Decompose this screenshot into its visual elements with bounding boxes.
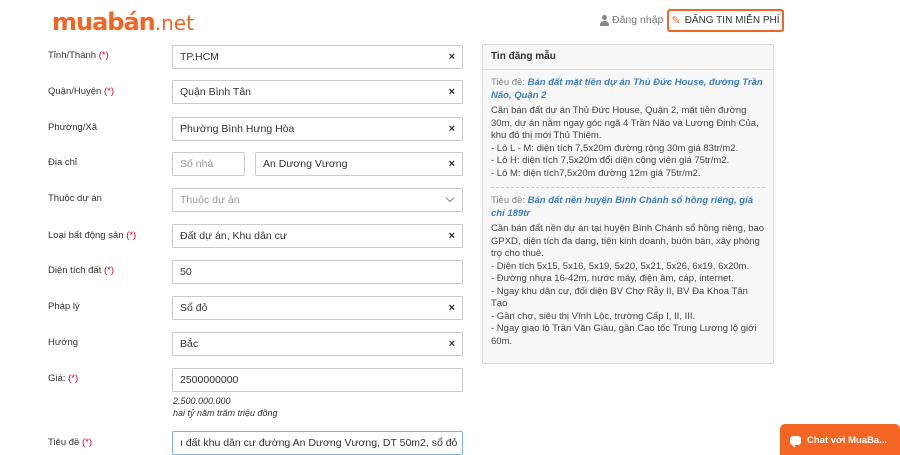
sample-line: - Ngay khu dân cư, đối diện BV Chợ Rẫy I…: [491, 285, 748, 310]
title-row: Tiêu đề (*) ı đất khu dân cư đường An Dư…: [0, 431, 470, 455]
logo-main: muabán: [52, 8, 156, 36]
divider: [491, 187, 765, 188]
area-value: 50: [180, 266, 192, 278]
clear-icon[interactable]: ×: [449, 338, 455, 350]
province-row: Tỉnh/Thành (*) TP.HCM ×: [0, 45, 470, 73]
price-formatted: 2.500.000.000: [173, 396, 231, 406]
district-value: Quận Bình Tân: [180, 86, 252, 98]
address-row: Địa chỉ Số nhà An Dương Vương ×: [0, 152, 470, 180]
house-number-input[interactable]: Số nhà: [172, 152, 245, 176]
province-value: TP.HCM: [180, 51, 219, 63]
address-label: Địa chỉ: [48, 157, 78, 168]
clear-icon[interactable]: ×: [449, 302, 455, 314]
property-type-row: Loại bất động sản (*) Đất dự án, Khu dân…: [0, 224, 470, 252]
direction-label: Hướng: [48, 337, 79, 348]
project-label: Thuộc dự án: [48, 193, 102, 204]
district-label: Quận/Huyện (*): [48, 86, 115, 97]
project-row: Thuộc dự án Thuộc dự án: [0, 188, 470, 216]
sample-listing-panel: Tin đăng mẫu Tiêu đề: Bán đất mặt tiền d…: [482, 44, 774, 364]
direction-select[interactable]: Bắc ×: [172, 332, 463, 356]
sample-title: Tiêu đề: Bán đất nền huyện Bình Chánh sổ…: [491, 195, 753, 219]
clear-icon[interactable]: ×: [449, 123, 455, 135]
direction-value: Bắc: [180, 338, 199, 350]
price-input[interactable]: 2500000000: [172, 368, 463, 392]
clear-icon[interactable]: ×: [449, 51, 455, 63]
sample-line: Cần bán đất nền dự án tại huyện Bình Chá…: [491, 223, 765, 259]
sample-line: - Diện tích 5x15, 5x16, 5x19, 5x20, 5x21…: [491, 260, 750, 272]
sample-line: - Lô H: diện tích 7,5x20m đối diện công …: [491, 155, 730, 166]
clear-icon[interactable]: ×: [449, 158, 455, 170]
legal-label: Pháp lý: [48, 301, 80, 312]
price-value: 2500000000: [180, 374, 239, 386]
house-number-placeholder: Số nhà: [180, 158, 214, 170]
ward-select[interactable]: Phường Bình Hưng Hòa ×: [172, 117, 463, 141]
price-row: Giá: (*) 2500000000 2.500.000.000 hai tỷ…: [0, 368, 470, 422]
post-free-label: ĐĂNG TIN MIỄN PHÍ: [684, 15, 780, 26]
property-type-label: Loại bất động sản (*): [48, 230, 137, 241]
ward-row: Phường/Xã Phường Bình Hưng Hòa ×: [0, 117, 470, 145]
project-placeholder: Thuộc dự án: [180, 194, 240, 206]
login-label: Đăng nhập: [612, 14, 664, 26]
province-select[interactable]: TP.HCM ×: [172, 45, 463, 69]
user-icon: [600, 14, 609, 26]
clear-icon[interactable]: ×: [449, 86, 455, 98]
ward-label: Phường/Xã: [48, 122, 98, 133]
legal-row: Pháp lý Sổ đỏ ×: [0, 296, 470, 324]
logo[interactable]: muabán.net: [52, 8, 194, 36]
legal-value: Sổ đỏ: [180, 302, 208, 314]
title-input[interactable]: ı đất khu dân cư đường An Dương Vương, D…: [172, 431, 463, 455]
chevron-down-icon: [445, 193, 455, 203]
area-row: Diện tích đất (*) 50: [0, 260, 470, 288]
sample-line: - Đường nhựa 16-42m, nước máy, điện âm, …: [491, 273, 734, 284]
price-in-words: hai tỷ năm trăm triệu đồng: [173, 408, 278, 418]
sample-line: - Lô M: diện tích7,5x20m đường 12m giá 7…: [491, 167, 701, 179]
sample-listing-2: Tiêu đề: Bán đất nền huyện Bình Chánh sổ…: [483, 195, 773, 348]
area-input[interactable]: 50: [172, 260, 463, 284]
chat-bubble-icon: [790, 435, 801, 448]
direction-row: Hướng Bắc ×: [0, 332, 470, 360]
sample-body: Cần bán đất nền dự án tại huyện Bình Chá…: [491, 223, 765, 348]
panel-heading: Tin đăng mẫu: [483, 45, 773, 70]
pencil-icon: ✎: [671, 15, 681, 27]
chat-button[interactable]: Chat với MuaBa...: [780, 424, 900, 455]
sample-line: - Lô L - M: diện tích 7,5x20m đường rộng…: [491, 142, 739, 154]
area-label: Diện tích đất (*): [48, 265, 115, 276]
post-free-button[interactable]: ✎ ĐĂNG TIN MIỄN PHÍ: [667, 9, 784, 32]
street-value: An Dương Vương: [263, 158, 348, 170]
sample-line: Cần bán đất dự án Thủ Đức House, Quận 2,…: [491, 105, 759, 141]
property-type-select[interactable]: Đất dự án, Khu dân cư ×: [172, 224, 463, 248]
clear-icon[interactable]: ×: [449, 230, 455, 242]
logo-suffix: .net: [154, 11, 194, 35]
sample-listing-1: Tiêu đề: Bán đất mặt tiền dự án Thủ Đức …: [483, 77, 773, 180]
legal-select[interactable]: Sổ đỏ ×: [172, 296, 463, 320]
price-label: Giá: (*): [48, 373, 79, 384]
district-row: Quận/Huyện (*) Quận Bình Tân ×: [0, 80, 470, 108]
chat-label: Chat với MuaBa...: [807, 434, 888, 446]
province-label: Tỉnh/Thành (*): [48, 50, 109, 61]
sample-line: - Ngay giao lộ Trần Văn Giàu, gần Cao tố…: [491, 323, 757, 347]
district-select[interactable]: Quận Bình Tân ×: [172, 80, 463, 104]
title-value: ı đất khu dân cư đường An Dương Vương, D…: [180, 437, 458, 449]
property-type-value: Đất dự án, Khu dân cư: [180, 230, 287, 242]
title-label: Tiêu đề (*): [48, 437, 93, 448]
login-link[interactable]: Đăng nhập: [600, 14, 663, 26]
sample-title: Tiêu đề: Bán đất mặt tiền dự án Thủ Đức …: [491, 77, 763, 101]
ward-value: Phường Bình Hưng Hòa: [180, 123, 295, 135]
header: muabán.net Đăng nhập ✎ ĐĂNG TIN MIỄN PHÍ: [0, 0, 900, 42]
sample-line: - Gần chợ, siêu thị Vĩnh Lộc, trường Cấp…: [491, 310, 696, 322]
street-select[interactable]: An Dương Vương ×: [255, 152, 463, 176]
sample-body: Cần bán đất dự án Thủ Đức House, Quận 2,…: [491, 105, 765, 180]
project-select[interactable]: Thuộc dự án: [172, 188, 463, 212]
